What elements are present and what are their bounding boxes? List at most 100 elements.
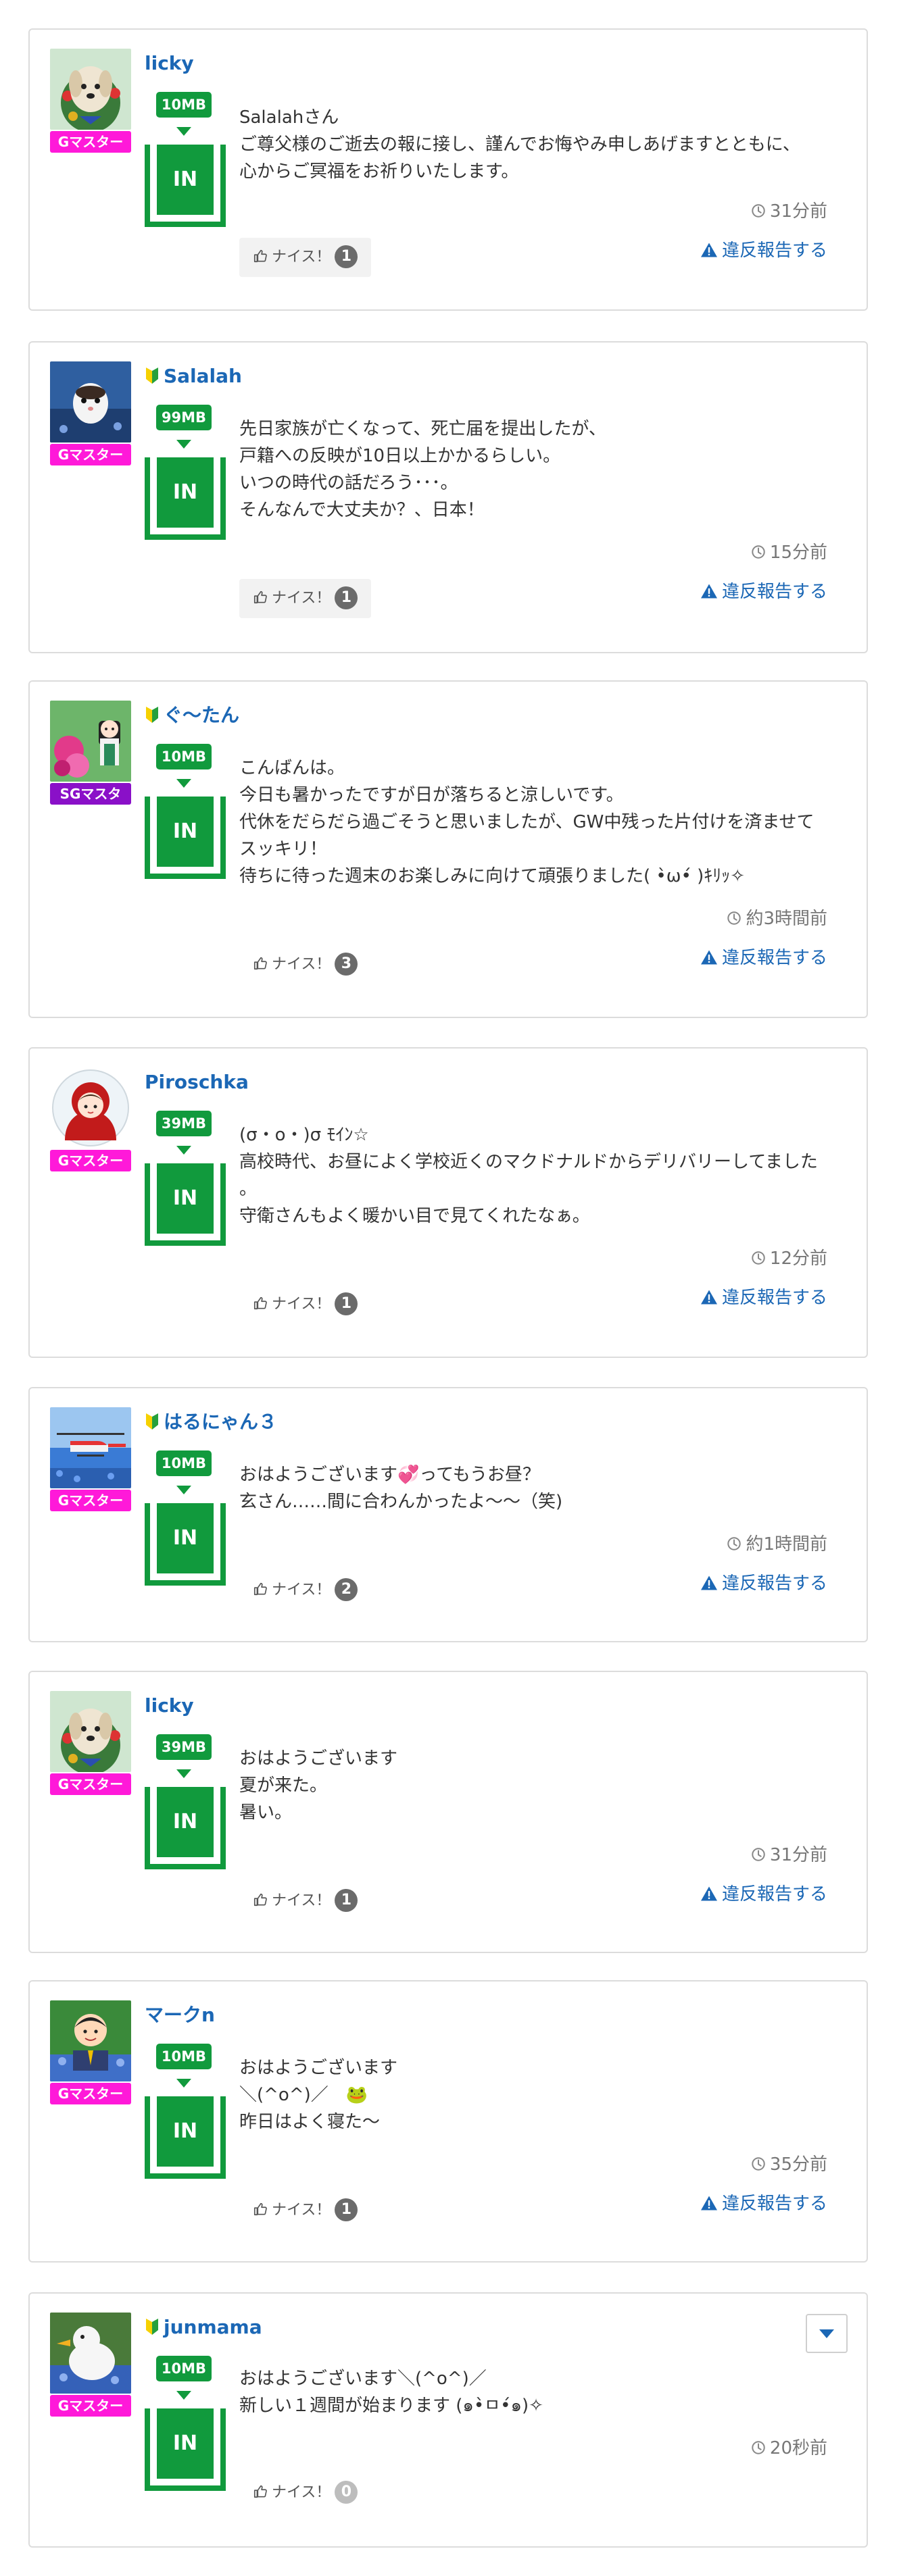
message-line: おはようございます xyxy=(239,2058,398,2078)
report-link[interactable]: 違反報告する xyxy=(700,944,827,969)
in-button[interactable]: IN xyxy=(157,2096,214,2167)
thumbs-up-icon xyxy=(253,1582,267,1596)
nice-button[interactable]: ナイス！ 1 xyxy=(239,238,372,277)
rank-badge: Gマスター xyxy=(50,1490,131,1511)
mb-badge: 99MB xyxy=(156,405,212,430)
comment-message: Salalahさん ご尊父様のご逝去の報に接し、謹んでお悔やみ申しあげますととも… xyxy=(239,104,848,185)
avatar[interactable] xyxy=(50,2313,131,2394)
message-line: おはようございます＼(^o^)／ xyxy=(239,2369,487,2389)
nice-count: 1 xyxy=(335,2198,358,2221)
nice-button[interactable]: ナイス！ 0 xyxy=(239,2473,371,2512)
nice-button[interactable]: ナイス！ 1 xyxy=(239,1285,371,1324)
username-link[interactable]: Salalah xyxy=(145,361,242,391)
clock-icon xyxy=(727,1537,742,1550)
rank-badge: Gマスター xyxy=(50,1773,131,1795)
warning-icon xyxy=(700,950,717,965)
avatar[interactable] xyxy=(50,361,131,443)
mb-arrow xyxy=(176,2079,191,2088)
username-link[interactable]: junmama xyxy=(145,2313,262,2342)
message-line: 新しい１週間が始まります (๑•̀ㅁ•́๑)✧ xyxy=(239,2396,543,2416)
report-link[interactable]: 違反報告する xyxy=(700,1880,827,1905)
clock-icon xyxy=(752,545,765,559)
avatar[interactable] xyxy=(50,701,131,782)
in-button[interactable]: IN xyxy=(157,797,214,867)
clock-icon xyxy=(752,1251,765,1265)
comment-card: Gマスター junmama 10MB IN おはようございます＼(^o^)／ 新… xyxy=(28,2292,868,2548)
timestamp: 15分前 xyxy=(751,538,827,563)
in-button[interactable]: IN xyxy=(157,457,214,528)
beginner-leaf-icon xyxy=(146,368,158,384)
thumbs-up-icon xyxy=(253,590,267,604)
avatar[interactable] xyxy=(50,1407,131,1488)
comment-card: Gマスター はるにゃん３ 10MB IN おはようございます💞ってもうお昼？ 玄… xyxy=(28,1387,868,1642)
avatar-image xyxy=(50,49,131,130)
username-link[interactable]: Piroschka xyxy=(145,1067,249,1097)
clock-icon xyxy=(752,2441,765,2454)
in-button[interactable]: IN xyxy=(157,1787,214,1857)
in-door: IN xyxy=(145,1503,226,1586)
message-line: 心からご冥福をお祈りいたします。 xyxy=(239,161,519,182)
username-link[interactable]: マークn xyxy=(145,2000,215,2030)
timestamp: 35分前 xyxy=(751,2150,827,2175)
message-line: いつの時代の話だろう･･･。 xyxy=(239,473,458,493)
message-line: 夏が来た。 xyxy=(239,1775,328,1796)
in-button[interactable]: IN xyxy=(157,1503,214,1573)
rank-badge: Gマスター xyxy=(50,2395,131,2417)
report-link[interactable]: 違反報告する xyxy=(700,2190,827,2215)
in-door: IN xyxy=(145,1163,226,1246)
thumbs-up-icon xyxy=(253,249,267,263)
nice-button[interactable]: ナイス！ 1 xyxy=(239,1882,371,1921)
in-button[interactable]: IN xyxy=(157,1163,214,1234)
warning-icon xyxy=(700,2196,717,2211)
message-line: 今日も暑かったですが日が落ちると涼しいです。 xyxy=(239,785,624,805)
mb-arrow xyxy=(176,127,191,136)
in-door: IN xyxy=(145,145,226,227)
nice-count: 1 xyxy=(335,245,358,268)
mb-badge: 10MB xyxy=(156,92,212,118)
timestamp: 約1時間前 xyxy=(727,1530,827,1555)
message-line: 玄さん……間に合わんかったよ〜〜（笑) xyxy=(239,1492,563,1512)
report-link[interactable]: 違反報告する xyxy=(700,236,827,261)
avatar[interactable] xyxy=(50,49,131,130)
report-link[interactable]: 違反報告する xyxy=(700,1569,827,1594)
avatar[interactable] xyxy=(50,1691,131,1772)
comment-card: SGマスタ ぐ〜たん 10MB IN こんばんは。 今日も暑かったですが日が落ち… xyxy=(28,680,868,1018)
nice-button[interactable]: ナイス！ 2 xyxy=(239,1571,371,1610)
options-dropdown-button[interactable] xyxy=(806,2314,848,2353)
timestamp: 31分前 xyxy=(751,1841,827,1866)
username-link[interactable]: licky xyxy=(145,1691,194,1721)
message-line: 守衛さんもよく暖かい目で見てくれたなぁ。 xyxy=(239,1206,590,1226)
timestamp: 31分前 xyxy=(751,197,827,222)
rank-badge: Gマスター xyxy=(50,131,131,153)
username-link[interactable]: licky xyxy=(145,49,194,78)
comment-card: Gマスター licky 39MB IN おはようございます 夏が来た。 暑い。 … xyxy=(28,1671,868,1953)
timestamp: 約3時間前 xyxy=(727,905,827,930)
nice-button[interactable]: ナイス！ 3 xyxy=(239,945,371,984)
beginner-leaf-icon xyxy=(146,1413,158,1430)
message-line: スッキリ！ xyxy=(239,839,328,859)
mb-arrow xyxy=(176,1486,191,1494)
nice-count: 0 xyxy=(335,2481,358,2504)
comment-card: Gマスター Piroschka 39MB IN (σ・o・)σ ﾓｲﾝ☆ 高校時… xyxy=(28,1047,868,1358)
in-door: IN xyxy=(145,2408,226,2491)
avatar[interactable] xyxy=(50,2000,131,2081)
warning-icon xyxy=(700,1886,717,1901)
in-button[interactable]: IN xyxy=(157,2408,214,2479)
nice-button[interactable]: ナイス！ 1 xyxy=(239,579,372,618)
report-link[interactable]: 違反報告する xyxy=(700,578,827,603)
report-link[interactable]: 違反報告する xyxy=(700,1284,827,1309)
nice-button[interactable]: ナイス！ 1 xyxy=(239,2191,371,2230)
warning-icon xyxy=(700,243,717,257)
comment-feed: Gマスター licky 10MB IN Salalahさん ご尊父様のご逝去の報… xyxy=(0,0,899,2576)
in-door: IN xyxy=(145,457,226,540)
comment-message: 先日家族が亡くなって、死亡届を提出したが、 戸籍への反映が10日以上かかるらしい… xyxy=(239,415,848,524)
avatar[interactable] xyxy=(50,1067,131,1148)
username-link[interactable]: ぐ〜たん xyxy=(145,701,239,730)
username-link[interactable]: はるにゃん３ xyxy=(145,1407,277,1437)
nice-count: 1 xyxy=(335,1889,358,1912)
nice-count: 2 xyxy=(335,1578,358,1601)
message-line: 待ちに待った週末のお楽しみに向けて頑張りました( •̀ω•́ )ｷﾘｯ✧ xyxy=(239,866,746,886)
in-button[interactable]: IN xyxy=(157,145,214,215)
chevron-down-icon xyxy=(819,2329,834,2338)
rank-badge: Gマスター xyxy=(50,444,131,465)
